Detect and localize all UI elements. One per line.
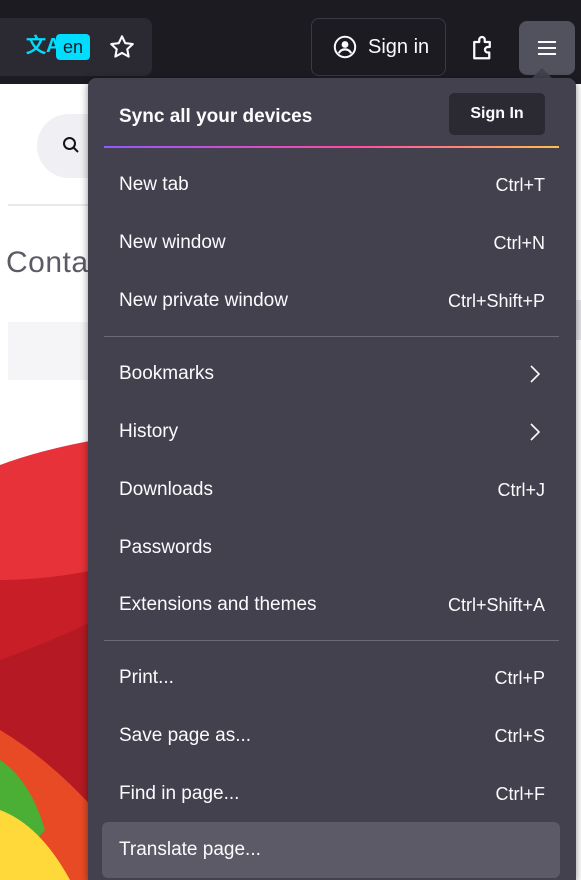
menu-item-label: Print... <box>119 667 174 688</box>
page-band <box>8 322 90 380</box>
menu-item-new-window[interactable]: New window Ctrl+N <box>102 217 560 269</box>
sync-gradient-divider <box>104 146 559 148</box>
menu-item-shortcut: Ctrl+T <box>495 175 546 195</box>
menu-item-label: Translate page... <box>119 839 261 860</box>
account-icon <box>333 35 357 59</box>
browser-toolbar: 文A en Sign in <box>0 0 581 84</box>
page-scrollbar-thumb[interactable] <box>576 300 581 340</box>
page-divider <box>8 204 90 206</box>
menu-item-print[interactable]: Print... Ctrl+P <box>102 652 560 704</box>
menu-item-shortcut: Ctrl+S <box>494 726 545 746</box>
page-scroll-edge <box>576 84 581 880</box>
menu-separator <box>104 336 559 337</box>
menu-item-downloads[interactable]: Downloads Ctrl+J <box>102 464 560 516</box>
menu-item-label: Extensions and themes <box>119 594 317 615</box>
sync-title: Sync all your devices <box>119 106 313 127</box>
menu-item-translate-page[interactable]: Translate page... <box>102 822 560 878</box>
hamburger-menu-icon <box>538 41 556 55</box>
menu-item-label: New private window <box>119 290 288 311</box>
menu-item-label: Downloads <box>119 479 213 500</box>
menu-item-label: New tab <box>119 174 189 195</box>
chevron-right-icon <box>530 423 541 441</box>
menu-item-passwords[interactable]: Passwords <box>102 522 560 574</box>
menu-item-label: History <box>119 421 179 442</box>
app-menu-panel: Sync all your devices Sign In New tab Ct… <box>88 78 576 880</box>
page-heading: Conta <box>6 246 89 279</box>
menu-item-shortcut: Ctrl+F <box>495 784 546 804</box>
search-icon <box>63 137 79 153</box>
menu-item-shortcut: Ctrl+J <box>497 480 545 500</box>
menu-item-new-tab[interactable]: New tab Ctrl+T <box>102 159 560 211</box>
menu-item-new-private-window[interactable]: New private window Ctrl+Shift+P <box>102 275 560 327</box>
menu-item-shortcut: Ctrl+Shift+A <box>447 595 545 615</box>
sync-sign-in-button[interactable]: Sign In <box>449 93 545 135</box>
extensions-puzzle-icon[interactable] <box>468 32 498 62</box>
menu-item-label: Save page as... <box>119 725 252 746</box>
menu-item-shortcut: Ctrl+P <box>494 668 545 688</box>
menu-item-label: Passwords <box>119 537 212 558</box>
app-menu-button[interactable] <box>519 21 575 75</box>
menu-item-bookmarks[interactable]: Bookmarks <box>102 348 560 400</box>
menu-item-save-page-as[interactable]: Save page as... Ctrl+S <box>102 710 560 762</box>
menu-item-extensions-and-themes[interactable]: Extensions and themes Ctrl+Shift+A <box>102 579 560 631</box>
chevron-right-icon <box>530 365 541 383</box>
menu-item-label: Bookmarks <box>119 363 215 384</box>
page-hero-graphic <box>0 430 95 880</box>
menu-separator <box>104 640 559 641</box>
menu-item-history[interactable]: History <box>102 406 560 458</box>
translation-language-badge[interactable]: en <box>56 34 90 60</box>
account-sign-in-button[interactable]: Sign in <box>311 18 446 76</box>
menu-item-label: Find in page... <box>119 783 240 804</box>
menu-item-shortcut: Ctrl+N <box>493 233 545 253</box>
menu-item-find-in-page[interactable]: Find in page... Ctrl+F <box>102 768 560 820</box>
menu-item-shortcut: Ctrl+Shift+P <box>447 291 545 311</box>
menu-item-label: New window <box>119 232 226 253</box>
bookmark-star-icon[interactable] <box>108 33 136 61</box>
sign-in-label: Sign in <box>368 36 430 58</box>
